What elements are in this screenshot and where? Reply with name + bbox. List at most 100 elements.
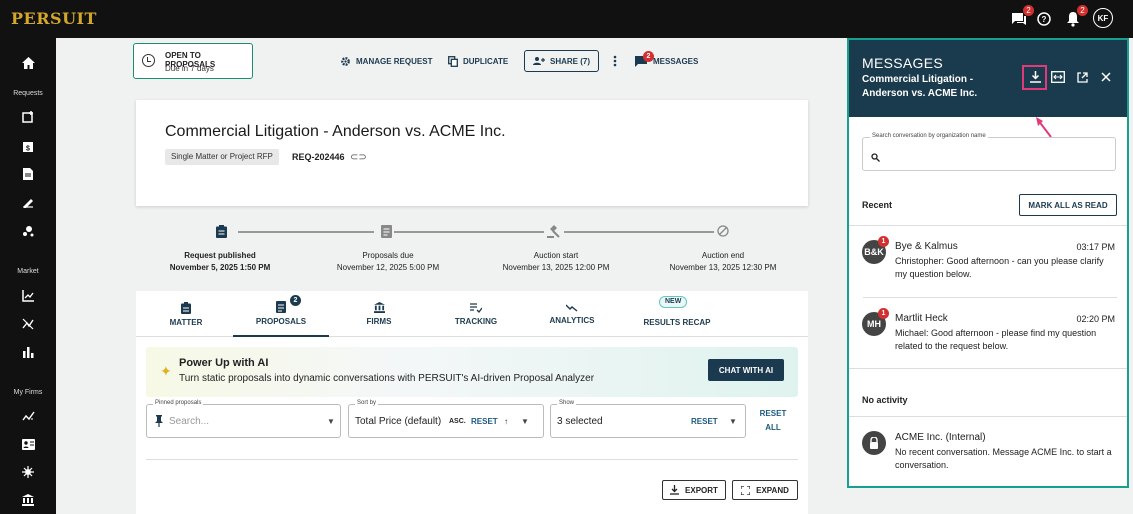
nav-section-my-firms: My Firms [13, 389, 43, 396]
bell-icon[interactable]: 2 [1062, 5, 1088, 30]
pin-icon [155, 414, 163, 432]
proposal-doc-icon [276, 300, 286, 313]
pinned-search-placeholder: Search... [169, 416, 210, 427]
sort-by-label: Sort by [355, 400, 379, 406]
sort-reset-button[interactable]: RESET [471, 417, 498, 426]
left-navigation: Requests $ Market My Firms [0, 38, 56, 514]
expand-button[interactable]: EXPAND [732, 480, 798, 500]
timeline-connector [564, 231, 714, 233]
clock-icon [142, 54, 155, 67]
proposal-doc-icon [379, 224, 393, 238]
reset-all-line2: ALL [765, 423, 781, 432]
open-external-icon[interactable] [1073, 68, 1091, 86]
messages-header: MESSAGES Commercial Litigation - Anderso… [849, 40, 1127, 117]
arrow-up-icon[interactable]: ↑ [504, 417, 508, 426]
document-icon[interactable] [0, 163, 56, 185]
tab-results-recap[interactable]: NEW RESULTS RECAP [631, 291, 723, 337]
collapse-width-icon[interactable] [1049, 68, 1067, 86]
conversation-preview: Christopher: Good afternoon - can you pl… [895, 256, 1104, 279]
tab-proposals[interactable]: 2 PROPOSALS [233, 291, 329, 337]
nav-section-requests: Requests [13, 90, 43, 97]
tab-proposals-label: PROPOSALS [255, 316, 307, 326]
analytics-spark-icon[interactable] [0, 405, 56, 427]
chat-with-ai-button[interactable]: CHAT WITH AI [708, 359, 784, 381]
ai-subtitle: Turn static proposals into dynamic conve… [179, 373, 595, 384]
conversation-avatar: B&K 1 [862, 236, 889, 264]
persuit-logo[interactable]: PERSUIT [11, 9, 97, 28]
chevron-down-icon[interactable]: ▼ [729, 417, 737, 426]
pinned-proposals-field[interactable]: Pinned proposals Search... ▼ [146, 400, 341, 438]
help-icon[interactable]: ? [1033, 8, 1055, 30]
chart-line-icon[interactable] [0, 285, 56, 307]
bar-chart-icon[interactable] [0, 341, 56, 363]
manage-request-button[interactable]: MANAGE REQUEST [340, 51, 432, 71]
new-request-icon[interactable] [0, 106, 56, 128]
home-icon[interactable] [0, 52, 56, 74]
export-button[interactable]: EXPORT [662, 480, 726, 500]
timeline-date: November 13, 2025 12:30 PM [669, 263, 777, 272]
tab-tracking-label: TRACKING [454, 316, 498, 326]
duplicate-button[interactable]: DUPLICATE [448, 51, 508, 71]
sort-direction[interactable]: ASC. [449, 418, 466, 425]
reset-all-line1: RESET [759, 409, 787, 418]
tab-firms[interactable]: FIRMS [351, 291, 407, 337]
gear-icon [341, 56, 350, 66]
messages-title: MESSAGES [862, 55, 943, 71]
timeline-label: Proposals due [362, 251, 414, 260]
bank-icon[interactable] [0, 489, 56, 511]
gavel-icon [547, 224, 561, 238]
avatar-initials: MH [867, 319, 881, 329]
duplicate-label: DUPLICATE [463, 56, 509, 66]
tab-analytics-label: ANALYTICS [549, 315, 595, 325]
avatar-initials: B&K [864, 247, 884, 257]
contact-card-icon[interactable] [0, 433, 56, 455]
search-icon [871, 149, 880, 167]
trend-off-icon[interactable] [0, 313, 56, 335]
calendar-dollar-icon[interactable]: $ [0, 135, 56, 157]
pen-icon[interactable] [0, 191, 56, 213]
divider [849, 368, 1127, 369]
svg-text:?: ? [1042, 15, 1047, 24]
divider [146, 459, 798, 460]
tab-matter[interactable]: MATTER [156, 291, 216, 337]
more-options-icon[interactable] [613, 51, 617, 71]
proposals-panel: ✦ Power Up with AI Turn static proposals… [136, 337, 808, 514]
reset-all-button[interactable]: RESET ALL [751, 407, 795, 435]
unread-badge: 1 [878, 236, 889, 247]
user-avatar[interactable]: KF [1093, 8, 1113, 28]
organization-search-input[interactable]: Search conversation by organization name [862, 133, 1116, 171]
divider [863, 297, 1117, 298]
add-person-icon [533, 57, 545, 65]
conversation-time: 02:20 PM [1076, 314, 1115, 324]
ai-title: Power Up with AI [179, 357, 269, 369]
nav-section-market: Market [17, 268, 39, 275]
virus-gear-icon[interactable] [0, 461, 56, 483]
messages-label: MESSAGES [653, 56, 699, 66]
share-button[interactable]: SHARE (7) [524, 50, 600, 72]
show-value: 3 selected [557, 416, 603, 427]
nodes-icon[interactable] [0, 220, 56, 242]
show-reset-button[interactable]: RESET [691, 417, 718, 426]
messages-chat-icon[interactable]: 2 [1008, 5, 1034, 30]
pointer-arrow-icon [1036, 117, 1052, 138]
recent-label: Recent [862, 200, 893, 210]
export-label: EXPORT [685, 485, 718, 495]
sparkle-icon: ✦ [160, 363, 172, 379]
chevron-down-icon[interactable]: ▼ [327, 417, 335, 426]
show-field[interactable]: Show 3 selected RESET ▼ [550, 400, 746, 438]
tab-tracking[interactable]: TRACKING [446, 291, 506, 337]
timeline-connector [394, 231, 544, 233]
link-icon[interactable]: ⊂⊃ [350, 152, 367, 163]
timeline-connector [238, 231, 374, 233]
notifications-count-badge: 2 [1077, 5, 1088, 16]
sort-by-field[interactable]: Sort by Total Price (default) ASC. RESET… [348, 400, 544, 438]
share-label: SHARE (7) [550, 56, 591, 66]
timeline-date: November 12, 2025 5:00 PM [336, 263, 440, 272]
chevron-down-icon[interactable]: ▼ [521, 417, 529, 426]
messages-button[interactable]: 2 MESSAGES [634, 51, 698, 71]
mark-all-read-button[interactable]: MARK ALL AS READ [1019, 194, 1117, 216]
tab-analytics[interactable]: ANALYTICS [540, 291, 604, 337]
new-badge: NEW [659, 296, 688, 308]
request-header-card: Commercial Litigation - Anderson vs. ACM… [136, 100, 808, 206]
close-icon[interactable] [1097, 68, 1115, 86]
